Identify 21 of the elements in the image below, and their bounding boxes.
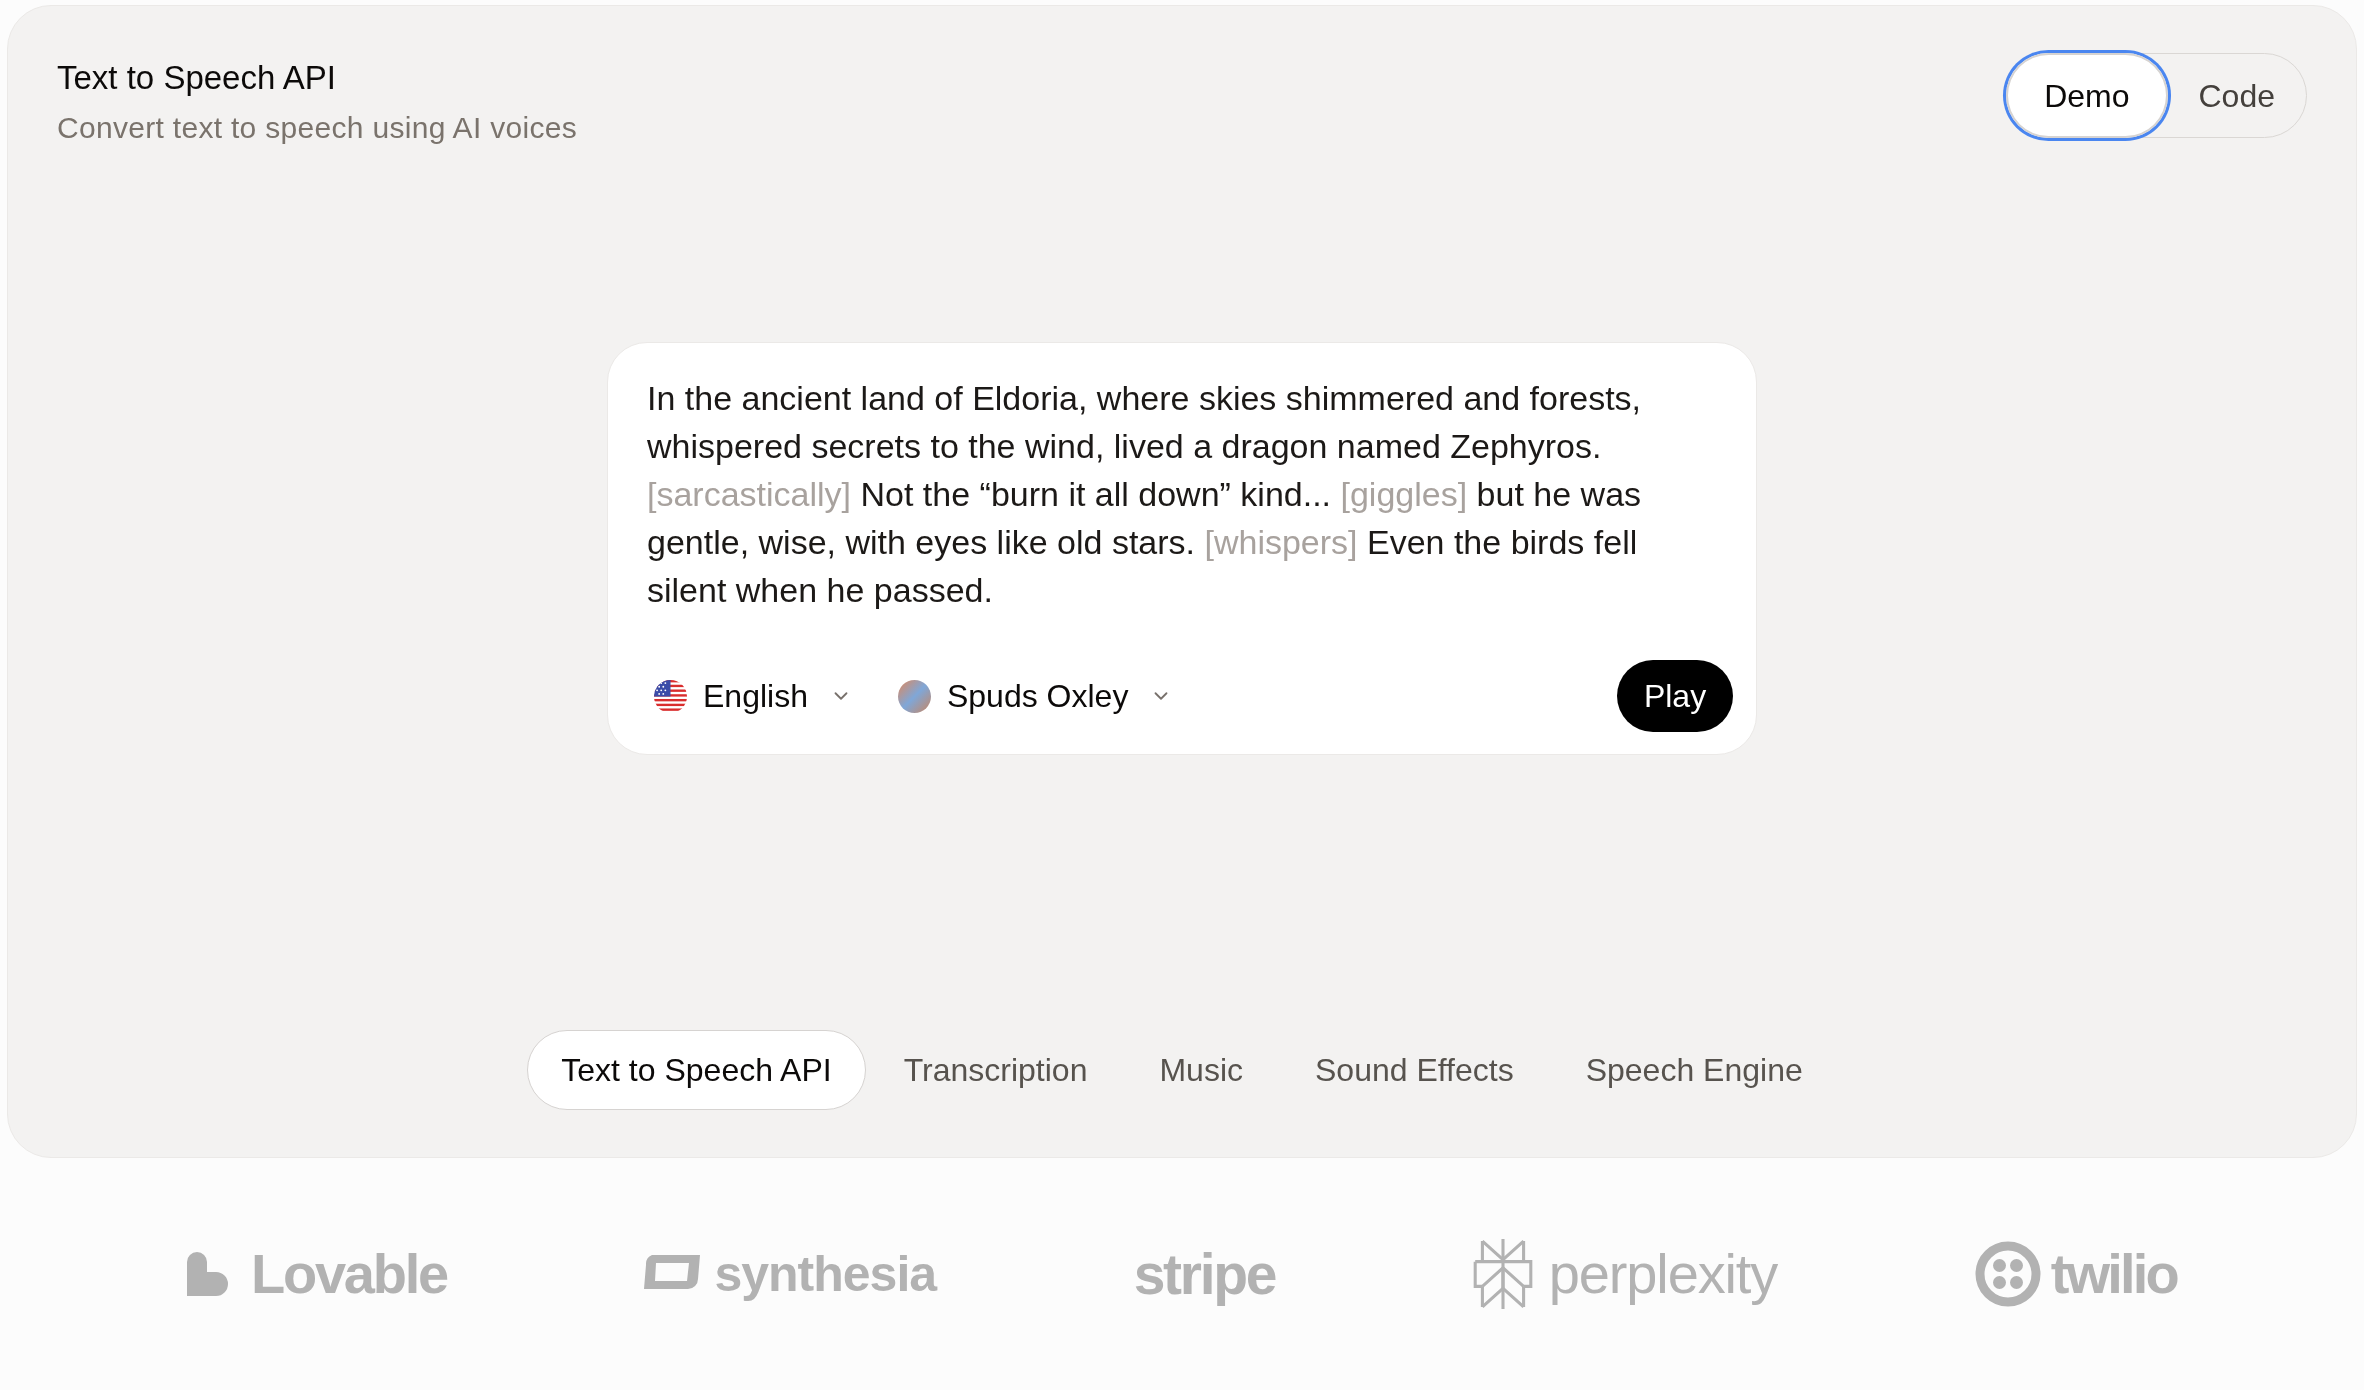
four-dots-ring-icon <box>1974 1241 2041 1307</box>
speech-text-field[interactable]: In the ancient land of Eldoria, where skies shimmered and forests, whispered secrets to the wind, lived a dragon named Zephyros. [sarcastically] Not the “burn it all down” kind... [giggles] but he was gentle, wise, with eyes like old stars. [whispers] Even the birds fell silent when he passed. <box>647 374 1707 614</box>
logo-wordmark: Lovable <box>251 1246 447 1302</box>
category-tab[interactable]: Speech Engine <box>1551 1030 1837 1110</box>
category-tab[interactable]: Sound Effects <box>1281 1030 1548 1110</box>
view-toggle-button[interactable]: Code <box>2167 53 2306 138</box>
us-flag-icon <box>654 679 687 713</box>
voice-select[interactable]: Spuds Oxley <box>897 672 1173 720</box>
page-title: Text to Speech API <box>57 58 337 98</box>
logo-wordmark: twilio <box>2050 1246 2177 1302</box>
category-tab[interactable]: Transcription <box>869 1030 1122 1110</box>
page-subtitle: Convert text to speech using AI voices <box>57 110 577 146</box>
gradient-orb-icon <box>897 679 931 713</box>
category-tab[interactable]: Music <box>1125 1030 1277 1110</box>
asterisk-grid-icon <box>1472 1239 1533 1309</box>
play-button[interactable]: Play <box>1617 660 1733 732</box>
view-toggle-button[interactable]: Demo <box>2006 53 2168 138</box>
language-select[interactable]: English <box>654 672 852 720</box>
logo-wordmark: synthesia <box>714 1249 937 1299</box>
heart-icon <box>187 1252 231 1296</box>
category-tab[interactable]: Text to Speech API <box>527 1030 866 1110</box>
